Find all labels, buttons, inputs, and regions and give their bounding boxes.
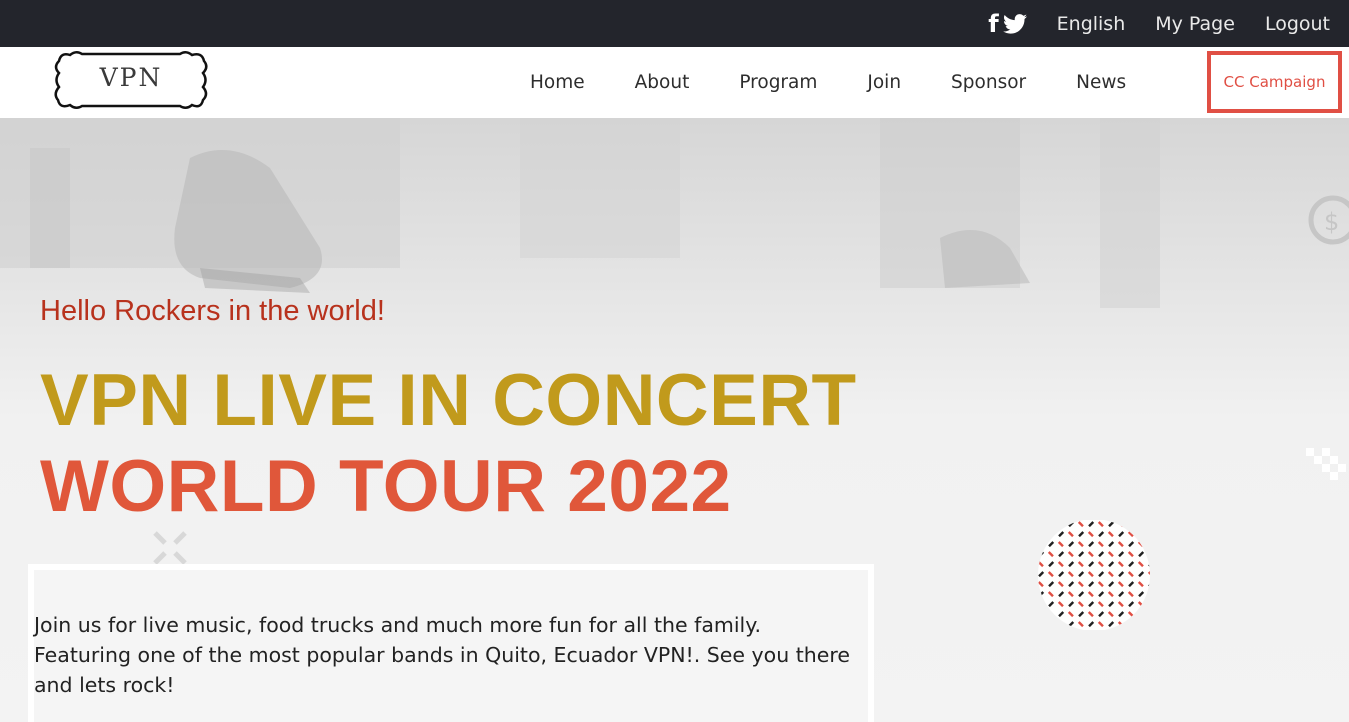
- twitter-icon[interactable]: [1002, 13, 1027, 34]
- nav-about[interactable]: About: [635, 72, 690, 93]
- hero-title-line2: WORLD TOUR 2022: [40, 446, 732, 527]
- hero-description: Join us for live music, food trucks and …: [34, 613, 850, 697]
- nav-join[interactable]: Join: [867, 72, 901, 93]
- my-page-link[interactable]: My Page: [1155, 13, 1235, 35]
- language-link[interactable]: English: [1057, 13, 1126, 35]
- logo[interactable]: VPN: [52, 47, 210, 113]
- nav-home[interactable]: Home: [530, 72, 585, 93]
- pattern-circle-decoration: [1038, 520, 1150, 630]
- hero-title-line1: VPN LIVE IN CONCERT: [40, 360, 857, 441]
- hero-title: VPN LIVE IN CONCERT WORLD TOUR 2022: [40, 358, 857, 530]
- top-bar: f English My Page Logout: [0, 0, 1349, 47]
- nav-news[interactable]: News: [1076, 72, 1126, 93]
- cc-campaign-button[interactable]: CC Campaign: [1207, 51, 1342, 113]
- info-box: Join us for live music, food trucks and …: [28, 564, 874, 722]
- hero-greeting: Hello Rockers in the world!: [40, 295, 385, 327]
- logout-link[interactable]: Logout: [1265, 13, 1330, 35]
- main-nav: Home About Program Join Sponsor News: [530, 47, 1126, 118]
- social-links: f: [988, 12, 1027, 36]
- cross-decoration: [153, 531, 187, 565]
- svg-text:$: $: [1324, 208, 1339, 236]
- nav-program[interactable]: Program: [739, 72, 817, 93]
- nav-sponsor[interactable]: Sponsor: [951, 72, 1026, 93]
- logo-text: VPN: [99, 63, 163, 92]
- hero-section: $ Hello Rockers in the world! VPN LIVE I…: [0, 118, 1349, 722]
- facebook-icon[interactable]: f: [988, 12, 998, 36]
- dots-decoration: [1306, 448, 1346, 480]
- main-navbar: VPN Home About Program Join Sponsor News…: [0, 47, 1349, 118]
